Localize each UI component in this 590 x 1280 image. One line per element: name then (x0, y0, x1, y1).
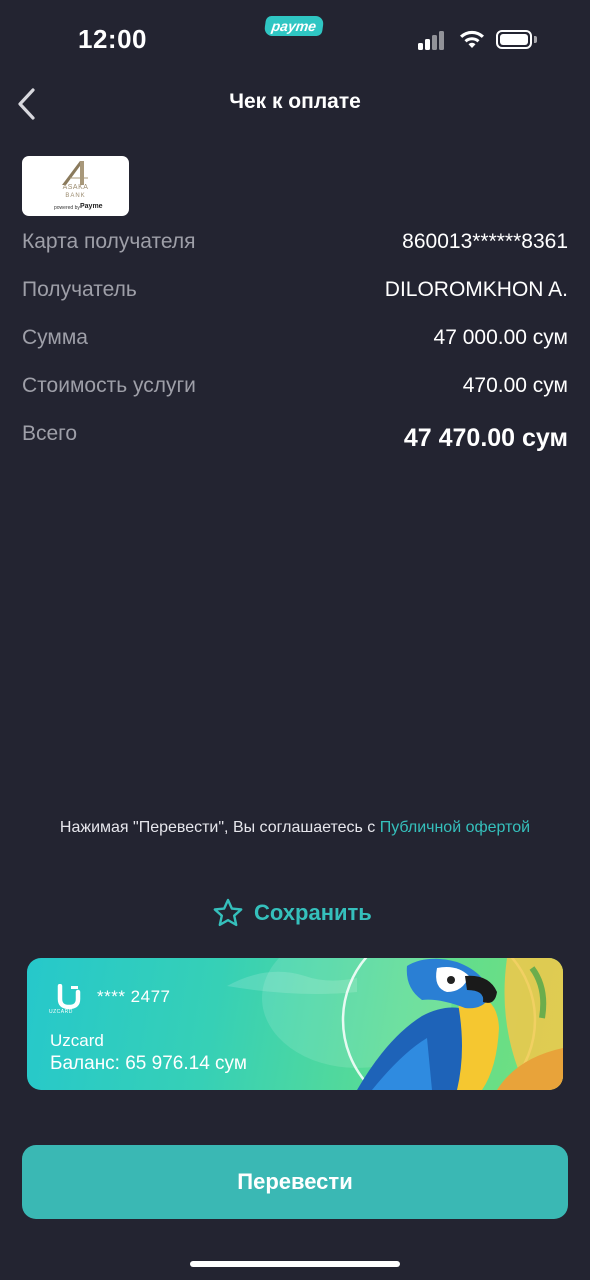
uzcard-logo-text: UZCARD (49, 1009, 73, 1015)
star-icon (213, 898, 243, 927)
detail-value: 47 000.00 сум (433, 326, 568, 349)
uzcard-logo-icon (57, 984, 81, 1010)
battery-icon (496, 30, 532, 49)
bank-name: ASAKA (62, 184, 89, 191)
detail-label: Стоимость услуги (22, 374, 196, 397)
amount-row: Сумма 47 000.00 сум (22, 318, 568, 358)
wifi-icon (460, 30, 484, 48)
payment-card[interactable]: UZCARD **** 2477 Uzcard Баланс: 65 976.1… (27, 958, 563, 1090)
bank-name-sub: BANK (65, 193, 86, 199)
save-button[interactable]: Сохранить (212, 896, 372, 930)
service-fee-row: Стоимость услуги 470.00 сум (22, 366, 568, 406)
card-type: Uzcard (50, 1031, 104, 1050)
status-time: 12:00 (78, 24, 147, 54)
detail-label: Сумма (22, 326, 88, 349)
powered-by-text: powered by (54, 205, 80, 211)
card-masked-number: **** 2477 (97, 987, 171, 1006)
detail-value: DILOROMKHON A. (384, 278, 568, 301)
card-balance: Баланс: 65 976.14 сум (50, 1053, 247, 1074)
recipient-card-row: Карта получателя 860013******8361 (22, 222, 568, 262)
bank-logo: ASAKA BANK powered by Payme (22, 156, 129, 216)
public-offer-link[interactable]: Публичной офертой (380, 819, 530, 836)
total-value: 47 470.00 сум (403, 423, 568, 452)
detail-value: 860013******8361 (402, 230, 568, 253)
agreement-prefix: Нажимая "Перевести", Вы соглашаетесь с (59, 819, 380, 836)
total-row: Всего 47 470.00 сум (22, 414, 568, 454)
payme-badge: payme (263, 16, 325, 36)
detail-value: 470.00 сум (462, 374, 568, 397)
recipient-row: Получатель DILOROMKHON A. (22, 270, 568, 310)
transfer-button[interactable]: Перевести (22, 1145, 568, 1219)
save-label: Сохранить (254, 900, 372, 925)
detail-label: Карта получателя (22, 230, 196, 253)
asaka-mark-icon (62, 161, 88, 185)
cellular-signal-icon (418, 30, 448, 50)
agreement-text: Нажимая "Перевести", Вы соглашаетесь с П… (40, 816, 550, 840)
detail-label: Всего (22, 422, 78, 445)
payme-mini-logo: Payme (80, 203, 103, 210)
home-indicator[interactable] (190, 1261, 400, 1267)
battery-tip (534, 36, 537, 43)
page-title: Чек к оплате (229, 90, 361, 113)
detail-label: Получатель (22, 278, 137, 301)
